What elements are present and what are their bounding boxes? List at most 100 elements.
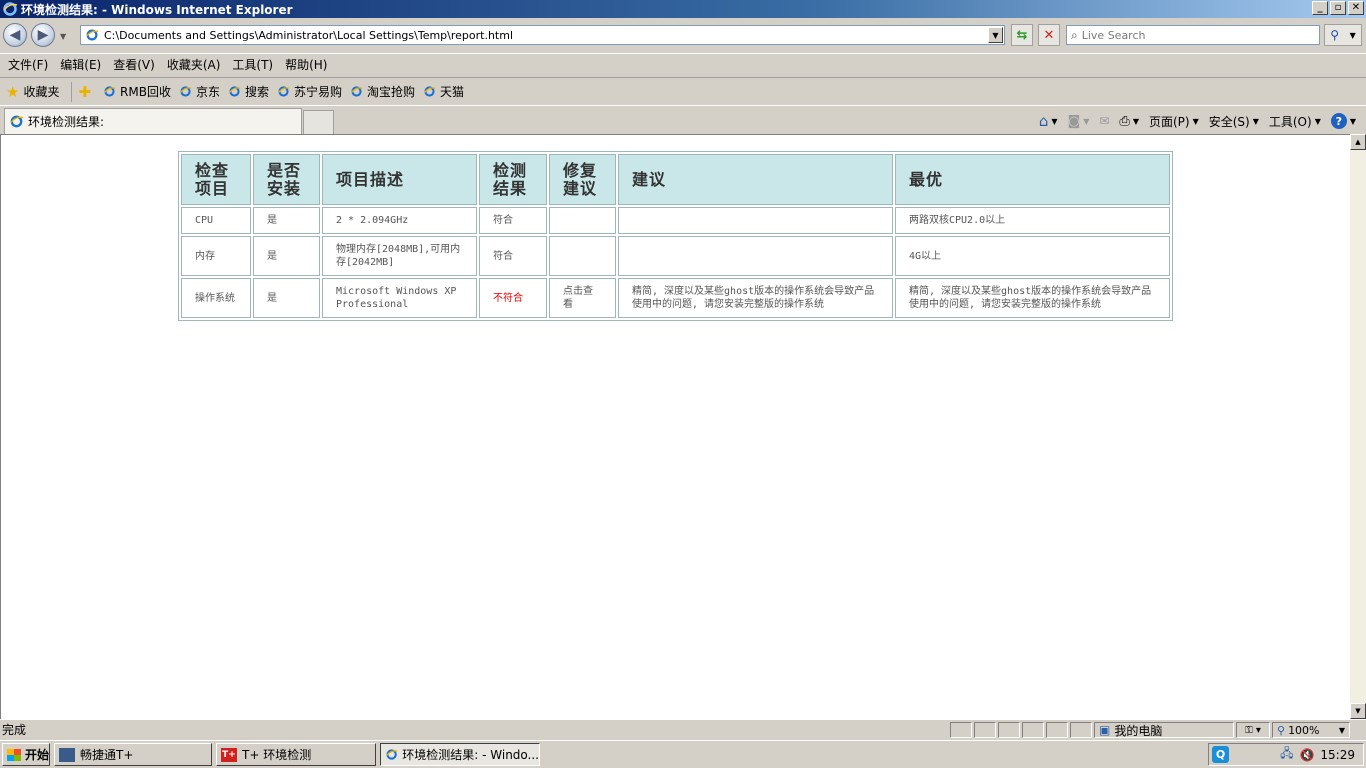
close-button[interactable]: ✕ xyxy=(1348,1,1364,15)
header-check-item: 检查 项目 xyxy=(181,154,251,205)
divider xyxy=(71,81,73,102)
menu-favorites[interactable]: 收藏夹(A) xyxy=(161,56,227,73)
cell-result-fail: 不符合 xyxy=(479,278,547,318)
cell-description: 2 * 2.094GHz xyxy=(322,207,477,234)
network-icon[interactable]: 🖧 xyxy=(1280,744,1293,765)
scroll-up-icon[interactable]: ▲ xyxy=(1350,134,1366,150)
print-button[interactable]: ⎙ ▼ xyxy=(1119,114,1139,129)
zoom-button[interactable]: ⚲ 100% ▼ xyxy=(1272,722,1350,738)
zone-label: 我的电脑 xyxy=(1114,723,1163,738)
cell-description: 物理内存[2048MB],可用内存[2042MB] xyxy=(322,236,477,276)
refresh-button[interactable]: ⇆ xyxy=(1011,24,1033,46)
forward-button[interactable]: ▶ xyxy=(31,23,55,47)
favorites-label: 收藏夹 xyxy=(23,85,60,99)
taskbar-app-ie[interactable]: 环境检测结果: - Windo... xyxy=(380,743,540,766)
address-bar[interactable]: C:\Documents and Settings\Administrator\… xyxy=(80,25,1005,45)
restore-button[interactable]: ▫ xyxy=(1330,1,1346,15)
ie-logo-icon xyxy=(3,2,18,16)
cell-best: 精简, 深度以及某些ghost版本的操作系统会导致产品使用中的问题, 请您安装完… xyxy=(895,278,1170,318)
cell-suggestion xyxy=(618,207,893,234)
help-button[interactable]: ? ▼ xyxy=(1330,113,1356,129)
fav-link-tmall[interactable]: 天猫 xyxy=(423,83,464,100)
scroll-down-icon[interactable]: ▼ xyxy=(1350,703,1366,719)
add-favorite-button[interactable]: ✚ xyxy=(78,83,95,101)
zoom-level: 100% xyxy=(1288,723,1320,737)
table-row: CPU 是 2 * 2.094GHz 符合 两路双核CPU2.0以上 xyxy=(181,207,1170,234)
cell-fix xyxy=(549,236,616,276)
cell-item: 内存 xyxy=(181,236,251,276)
fav-link-search[interactable]: 搜索 xyxy=(228,83,269,100)
header-suggestion: 建议 xyxy=(618,154,893,205)
minimize-button[interactable]: _ xyxy=(1312,1,1328,15)
menu-edit[interactable]: 编辑(E) xyxy=(54,56,107,73)
tplus-icon: T+ xyxy=(221,747,237,762)
status-pane xyxy=(1022,722,1044,738)
menu-bar: 文件(F) 编辑(E) 查看(V) 收藏夹(A) 工具(T) 帮助(H) xyxy=(0,53,1366,75)
safety-menu[interactable]: 安全(S) ▼ xyxy=(1209,113,1259,130)
fav-link-label: 京东 xyxy=(195,85,220,99)
lock-icon: ⚿ ▾ xyxy=(1245,724,1261,736)
feeds-button[interactable]: ◙ ▼ xyxy=(1068,114,1090,129)
history-dropdown-icon[interactable]: ▼ xyxy=(60,32,66,41)
ie-page-icon xyxy=(424,86,436,97)
cell-item: CPU xyxy=(181,207,251,234)
fav-link-label: 淘宝抢购 xyxy=(367,85,416,99)
cell-item: 操作系统 xyxy=(181,278,251,318)
mail-button[interactable]: ✉ xyxy=(1099,114,1109,128)
cell-fix xyxy=(549,207,616,234)
menu-help[interactable]: 帮助(H) xyxy=(279,56,333,73)
address-dropdown-icon[interactable]: ▼ xyxy=(988,27,1003,43)
window-title-bar[interactable]: 环境检测结果: - Windows Internet Explorer _ ▫ … xyxy=(0,0,1366,18)
taskbar-app-chanjet[interactable]: 畅捷通T+ xyxy=(54,743,212,766)
menu-view[interactable]: 查看(V) xyxy=(107,56,161,73)
table-header-row: 检查 项目 是否 安装 项目描述 检测 结果 修复 建议 建议 最优 xyxy=(181,154,1170,205)
page-menu[interactable]: 页面(P) ▼ xyxy=(1149,113,1199,130)
cell-best: 两路双核CPU2.0以上 xyxy=(895,207,1170,234)
menu-tools[interactable]: 工具(T) xyxy=(226,56,279,73)
tools-menu-label: 工具(O) xyxy=(1268,114,1312,129)
app-window-icon xyxy=(59,747,75,762)
new-tab-button[interactable] xyxy=(303,110,334,134)
ie-page-icon xyxy=(351,86,363,97)
ie-page-icon xyxy=(180,86,192,97)
ie-page-icon xyxy=(229,86,241,97)
fav-link-jd[interactable]: 京东 xyxy=(179,83,220,100)
protected-mode-button[interactable]: ⚿ ▾ xyxy=(1236,722,1270,738)
status-pane xyxy=(1046,722,1068,738)
tools-menu[interactable]: 工具(O) ▼ xyxy=(1269,113,1321,130)
fav-link-taobao[interactable]: 淘宝抢购 xyxy=(350,83,415,100)
tab-title: 环境检测结果: xyxy=(28,115,105,129)
menu-file[interactable]: 文件(F) xyxy=(2,56,54,73)
header-description: 项目描述 xyxy=(322,154,477,205)
search-input[interactable]: ⌕ Live Search xyxy=(1066,25,1320,45)
search-go-button[interactable]: ⚲ ▼ xyxy=(1324,24,1362,46)
home-button[interactable]: ⌂ ▼ xyxy=(1039,112,1058,130)
status-bar: 完成 ▣ 我的电脑 ⚿ ▾ ⚲ 100% ▼ xyxy=(0,719,1366,739)
back-button[interactable]: ◀ xyxy=(3,23,27,47)
table-row: 操作系统 是 Microsoft Windows XP Professional… xyxy=(181,278,1170,318)
clock[interactable]: 15:29 xyxy=(1320,748,1355,762)
favorites-bar: ★ 收藏夹 ✚ RMB回收 京东 搜索 苏宁易购 淘宝抢购 天猫 xyxy=(0,77,1366,105)
address-toolbar: ◀ ▶ ▼ C:\Documents and Settings\Administ… xyxy=(0,18,1366,52)
fav-link-label: 天猫 xyxy=(440,85,465,99)
header-installed: 是否 安装 xyxy=(253,154,320,205)
volume-muted-icon[interactable]: 🔇 xyxy=(1299,748,1314,762)
status-pane xyxy=(950,722,972,738)
zoom-icon: ⚲ xyxy=(1277,723,1286,737)
page-content: 检查 项目 是否 安装 项目描述 检测 结果 修复 建议 建议 最优 CPU 是 2 *… xyxy=(0,134,1350,719)
printer-icon: ⎙ xyxy=(1119,113,1130,129)
search-icon: ⌕ xyxy=(1071,27,1078,42)
taskbar-app-label: 环境检测结果: - Windo... xyxy=(402,748,539,762)
taskbar-app-env-check[interactable]: T+ T+ 环境检测 xyxy=(216,743,376,766)
taskbar-app-label: T+ 环境检测 xyxy=(242,748,312,762)
vertical-scrollbar[interactable]: ▲ ▼ xyxy=(1350,134,1366,719)
view-fix-link[interactable]: 点击查看 xyxy=(549,278,616,318)
stop-button[interactable]: ✕ xyxy=(1038,24,1060,46)
tab-report[interactable]: 环境检测结果: xyxy=(4,108,302,134)
security-zone[interactable]: ▣ 我的电脑 xyxy=(1094,722,1234,738)
fav-link-rmb[interactable]: RMB回收 xyxy=(103,83,171,100)
fav-link-suning[interactable]: 苏宁易购 xyxy=(277,83,342,100)
favorites-button[interactable]: ★ 收藏夹 xyxy=(0,83,59,101)
ie-page-icon xyxy=(104,86,116,97)
start-button[interactable]: 开始 xyxy=(2,743,50,766)
